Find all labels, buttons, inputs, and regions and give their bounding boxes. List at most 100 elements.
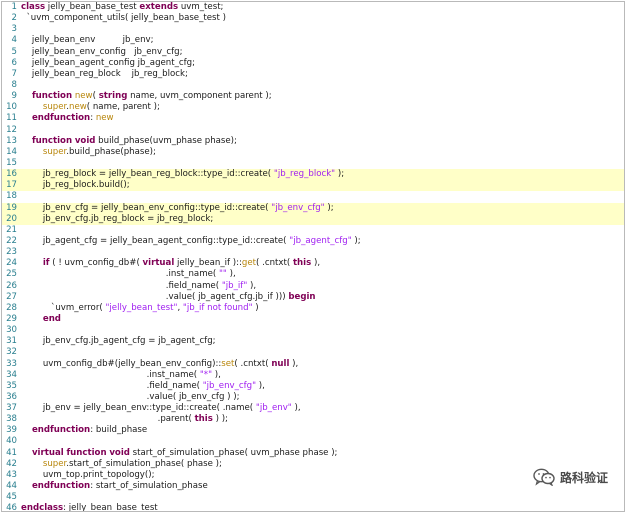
code-line[interactable]: 7 jelly_bean_reg_block jb_reg_block; (2, 69, 624, 80)
wechat-logo-icon (533, 468, 555, 486)
code-text: `uvm_error( (21, 302, 106, 313)
code-text: .inst_name( (21, 369, 200, 380)
line-number: 20 (6, 213, 17, 224)
function-token: new (95, 113, 114, 124)
code-line[interactable]: 1 class jelly_bean_base_test extends uvm_… (2, 2, 624, 13)
function-token: super (42, 458, 67, 469)
code-text: ), (247, 280, 257, 291)
code-line[interactable]: 26 .field_name( "jb_if" ), (2, 281, 624, 292)
code-text: jb_env_cfg.jb_agent_cfg = jb_agent_cfg; (21, 336, 216, 347)
code-line[interactable]: 13 function void build_phase(uvm_phase p… (2, 136, 624, 147)
line-number: 15 (6, 157, 17, 168)
code-text: ), (226, 269, 236, 280)
code-text: ), (289, 358, 299, 369)
code-text: jb_env = jelly_bean_env::type_id::create… (21, 403, 256, 414)
code-text: : jelly_bean_base_test (63, 503, 158, 512)
code-line[interactable]: 24 if ( ! uvm_config_db#( virtual jelly_… (2, 258, 624, 269)
line-number: 46 (6, 503, 17, 512)
code-line[interactable]: 42 super.start_of_simulation_phase( phas… (2, 459, 624, 470)
code-text: jb_agent_cfg = jelly_bean_agent_config::… (21, 235, 290, 246)
code-line[interactable]: 30 (2, 325, 624, 336)
code-content: .inst_name( "*" ), (21, 370, 221, 380)
code-line[interactable]: 46 endclass: jelly_bean_base_test (2, 503, 624, 512)
code-text: ) (252, 302, 259, 313)
code-line[interactable]: 18 (2, 191, 624, 202)
code-line[interactable]: 44 endfunction: start_of_simulation_phas… (2, 481, 624, 492)
line-number: 21 (6, 224, 17, 235)
code-line[interactable]: 39 endfunction: build_phase (2, 425, 624, 436)
code-line[interactable]: 12 (2, 125, 624, 136)
line-number: 41 (6, 447, 17, 458)
code-line[interactable]: 8 (2, 80, 624, 91)
code-line[interactable]: 27 .value( jb_agent_cfg.jb_if ))) begin (2, 292, 624, 303)
highlighted-code-line[interactable]: 19 jb_env_cfg = jelly_bean_env_config::t… (2, 202, 624, 214)
code-line[interactable]: 43 uvm_top.print_topology(); (2, 470, 624, 481)
string-token: "jb_reg_block" (273, 169, 336, 180)
code-line[interactable]: 35 .field_name( "jb_env_cfg" ), (2, 381, 624, 392)
line-number: 16 (6, 169, 17, 180)
code-content: uvm_top.print_topology(); (21, 470, 155, 480)
line-number: 26 (6, 280, 17, 291)
code-line[interactable]: 45 (2, 492, 624, 503)
code-line[interactable]: 4 jelly_bean_env jb_env; (2, 35, 624, 46)
code-content: jelly_bean_env_config jb_env_cfg; (21, 47, 183, 57)
string-token: "jelly_bean_test" (105, 302, 178, 313)
code-line[interactable]: 15 (2, 158, 624, 169)
code-line[interactable]: 36 .value( jb_env_cfg ) ); (2, 392, 624, 403)
code-content: jelly_bean_env jb_env; (21, 35, 154, 45)
code-text: jelly_bean_base_test (45, 2, 140, 12)
code-line[interactable]: 2 `uvm_component_utils( jelly_bean_base_… (2, 13, 624, 24)
line-number: 39 (6, 425, 17, 436)
code-line[interactable]: 11 endfunction: new (2, 113, 624, 124)
code-line[interactable]: 29 end (2, 314, 624, 325)
code-line[interactable]: 34 .inst_name( "*" ), (2, 370, 624, 381)
code-line[interactable]: 32 (2, 347, 624, 358)
keyword-token: class (21, 2, 46, 12)
code-content: .inst_name( "" ), (21, 269, 236, 279)
highlighted-code-line[interactable]: 20 jb_env_cfg.jb_reg_block = jb_reg_bloc… (2, 213, 624, 225)
code-line[interactable]: 40 (2, 436, 624, 447)
code-content: `uvm_error( "jelly_bean_test", "jb_if no… (21, 303, 259, 313)
code-text: .value( jb_env_cfg ) ); (21, 391, 240, 402)
code-content: endfunction: start_of_simulation_phase (21, 481, 208, 491)
code-line[interactable]: 31 jb_env_cfg.jb_agent_cfg = jb_agent_cf… (2, 336, 624, 347)
highlighted-code-line[interactable]: 17 jb_reg_block.build(); (2, 180, 624, 192)
code-text: ); (324, 202, 334, 213)
code-line[interactable]: 28 `uvm_error( "jelly_bean_test", "jb_if… (2, 303, 624, 314)
code-text: .value( jb_agent_cfg.jb_if ))) (21, 291, 289, 302)
code-line[interactable]: 5 jelly_bean_env_config jb_env_cfg; (2, 47, 624, 58)
code-text: start_of_simulation_phase( uvm_phase pha… (129, 447, 338, 458)
string-token: "jb_env_cfg" (271, 202, 325, 213)
line-number: 12 (6, 124, 17, 135)
line-number: 30 (6, 325, 17, 336)
keyword-token: end (42, 313, 61, 324)
code-line[interactable]: 23 (2, 247, 624, 258)
line-number: 29 (6, 313, 17, 324)
code-line[interactable]: 9 function new( string name, uvm_compone… (2, 91, 624, 102)
code-line[interactable]: 38 .parent( this ) ); (2, 414, 624, 425)
line-number: 36 (6, 391, 17, 402)
code-line[interactable]: 3 (2, 24, 624, 35)
keyword-token: endfunction (31, 113, 91, 124)
highlighted-code-line[interactable]: 16 jb_reg_block = jelly_bean_reg_block::… (2, 169, 624, 181)
code-line[interactable]: 41 virtual function void start_of_simula… (2, 448, 624, 459)
line-number: 4 (11, 35, 17, 46)
code-line[interactable]: 37 jb_env = jelly_bean_env::type_id::cre… (2, 403, 624, 414)
line-number: 27 (6, 291, 17, 302)
code-content: jb_env_cfg = jelly_bean_env_config::type… (21, 203, 334, 213)
code-editor[interactable]: 1 class jelly_bean_base_test extends uvm_… (1, 1, 625, 512)
line-number: 38 (6, 414, 17, 425)
line-number: 7 (11, 68, 17, 79)
code-line[interactable]: 22 jb_agent_cfg = jelly_bean_agent_confi… (2, 236, 624, 247)
code-line[interactable]: 25 .inst_name( "" ), (2, 269, 624, 280)
code-text: jelly_bean_agent_config jb_agent_cfg; (21, 57, 196, 68)
code-text: build_phase(uvm_phase phase); (95, 135, 237, 146)
code-line[interactable]: 33 uvm_config_db#(jelly_bean_env_config)… (2, 359, 624, 370)
code-line[interactable]: 6 jelly_bean_agent_config jb_agent_cfg; (2, 58, 624, 69)
code-line[interactable]: 10 super.new( name, parent ); (2, 102, 624, 113)
code-text: ), (212, 369, 221, 380)
code-text: name, uvm_component parent ); (127, 91, 272, 102)
code-content: jb_agent_cfg = jelly_bean_agent_config::… (21, 236, 361, 246)
code-line[interactable]: 21 (2, 225, 624, 236)
code-line[interactable]: 14 super.build_phase(phase); (2, 147, 624, 158)
